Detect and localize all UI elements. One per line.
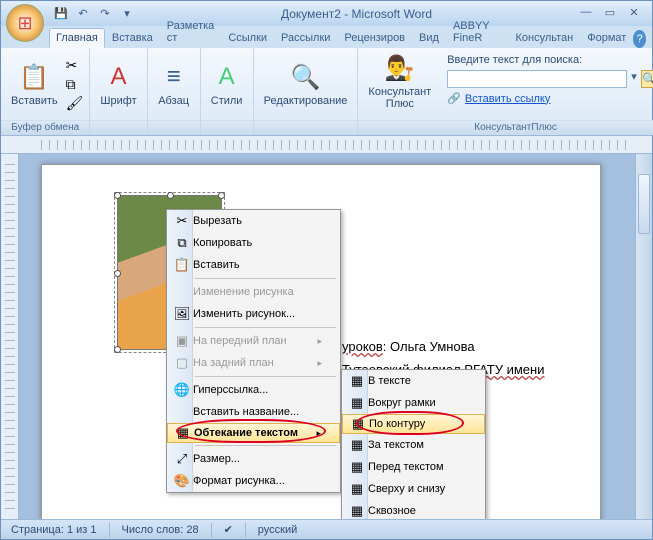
wrap-square[interactable]: ▦Вокруг рамки	[342, 392, 485, 414]
save-icon[interactable]: 💾	[53, 6, 69, 22]
wrap-inline-icon: ▦	[346, 373, 368, 389]
search-input[interactable]	[447, 70, 627, 88]
globe-icon: 🌐	[171, 382, 193, 398]
wrap-square-icon: ▦	[346, 395, 368, 411]
ctx-copy[interactable]: ⧉Копировать	[167, 232, 340, 254]
picture-icon: 🖼	[171, 306, 193, 322]
search-go-button[interactable]: 🔍	[641, 70, 653, 88]
ctx-text-wrapping[interactable]: ▦Обтекание текстом▸	[167, 423, 340, 443]
format-icon: 🎨	[171, 473, 193, 489]
insert-link-button[interactable]: Вставить ссылку	[465, 93, 550, 105]
consultant-icon: 👨‍⚖️	[384, 52, 416, 84]
wrap-through[interactable]: ▦Сквозное	[342, 500, 485, 519]
ctx-change-picture[interactable]: 🖼Изменить рисунок...	[167, 303, 340, 325]
ctx-format-picture[interactable]: 🎨Формат рисунка...	[167, 470, 340, 492]
tab-view[interactable]: Вид	[412, 28, 446, 48]
ctx-send-back: ▢На задний план▸	[167, 352, 340, 374]
styles-button[interactable]: A Стили	[207, 59, 247, 109]
paste-button[interactable]: 📋 Вставить	[7, 59, 62, 109]
context-menu: ✂Вырезать ⧉Копировать 📋Вставить Изменени…	[166, 209, 341, 493]
paragraph-icon: ≡	[158, 61, 190, 93]
tab-insert[interactable]: Вставка	[105, 28, 160, 48]
restore-button[interactable]: ▭	[602, 6, 618, 22]
tab-mailings[interactable]: Рассылки	[274, 28, 337, 48]
wrap-topbottom[interactable]: ▦Сверху и снизу	[342, 478, 485, 500]
cut-icon[interactable]: ✂	[66, 57, 84, 74]
copy-icon[interactable]: ⧉	[66, 76, 84, 93]
vertical-scrollbar[interactable]	[635, 154, 652, 519]
ctx-edit-picture: Изменение рисунка	[167, 281, 340, 303]
wrap-submenu: ▦В тексте ▦Вокруг рамки ▦По контуру ▦За …	[341, 369, 486, 519]
wrap-topbot-icon: ▦	[346, 481, 368, 497]
proofing-icon[interactable]: ✔	[224, 523, 233, 536]
tab-home[interactable]: Главная	[49, 28, 105, 48]
ctx-paste[interactable]: 📋Вставить	[167, 254, 340, 276]
ctx-caption[interactable]: Вставить название...	[167, 401, 340, 423]
qat-dropdown-icon[interactable]: ▾	[119, 6, 135, 22]
wrap-inline[interactable]: ▦В тексте	[342, 370, 485, 392]
search-label: Введите текст для поиска:	[447, 54, 653, 66]
font-icon: A	[103, 61, 135, 93]
link-icon: 🔗	[447, 92, 461, 105]
wrap-behind[interactable]: ▦За текстом	[342, 434, 485, 456]
consultant-button[interactable]: 👨‍⚖️ Консультант Плюс	[364, 50, 435, 112]
styles-icon: A	[211, 61, 243, 93]
status-language[interactable]: русский	[258, 524, 297, 536]
undo-icon[interactable]: ↶	[75, 6, 91, 22]
binoculars-icon: 🔍	[290, 61, 322, 93]
format-painter-icon[interactable]: 🖌	[66, 95, 84, 112]
group-clipboard: Буфер обмена	[1, 120, 89, 135]
status-page[interactable]: Страница: 1 из 1	[11, 524, 97, 536]
wrap-behind-icon: ▦	[346, 437, 368, 453]
wrap-front-icon: ▦	[346, 459, 368, 475]
tab-references[interactable]: Ссылки	[221, 28, 274, 48]
paste-icon: 📋	[171, 257, 193, 273]
copy-icon: ⧉	[171, 235, 193, 251]
group-consultant: КонсультантПлюс	[358, 120, 653, 135]
close-button[interactable]: ✕	[626, 6, 642, 22]
wrap-front[interactable]: ▦Перед текстом	[342, 456, 485, 478]
ctx-bring-front: ▣На передний план▸	[167, 330, 340, 352]
wrap-tight-icon: ▦	[347, 416, 369, 432]
tab-layout[interactable]: Разметка ст	[160, 16, 222, 48]
tab-format[interactable]: Формат	[580, 28, 633, 48]
minimize-button[interactable]: —	[578, 6, 594, 22]
scissors-icon: ✂	[171, 213, 193, 229]
ribbon-tabs: Главная Вставка Разметка ст Ссылки Рассы…	[1, 26, 652, 48]
wrap-icon: ▦	[172, 425, 194, 441]
horizontal-ruler[interactable]	[1, 136, 652, 154]
clipboard-icon: 📋	[18, 61, 50, 93]
status-wordcount[interactable]: Число слов: 28	[122, 524, 199, 536]
size-icon: ⤢	[171, 451, 193, 467]
paragraph-button[interactable]: ≡ Абзац	[154, 59, 194, 109]
wrap-through-icon: ▦	[346, 503, 368, 519]
ctx-size[interactable]: ⤢Размер...	[167, 448, 340, 470]
redo-icon[interactable]: ↷	[97, 6, 113, 22]
tab-abbyy[interactable]: ABBYY FineR	[446, 16, 509, 48]
editing-button[interactable]: 🔍 Редактирование	[260, 59, 352, 109]
font-button[interactable]: A Шрифт	[96, 59, 140, 109]
help-button[interactable]: ?	[633, 30, 646, 48]
vertical-ruler[interactable]	[1, 154, 19, 519]
ctx-hyperlink[interactable]: 🌐Гиперссылка...	[167, 379, 340, 401]
tab-review[interactable]: Рецензиров	[337, 28, 412, 48]
ctx-cut[interactable]: ✂Вырезать	[167, 210, 340, 232]
office-button[interactable]: ⊞	[6, 4, 44, 42]
tab-consultant[interactable]: Консультан	[508, 28, 580, 48]
wrap-tight[interactable]: ▦По контуру	[342, 414, 485, 434]
